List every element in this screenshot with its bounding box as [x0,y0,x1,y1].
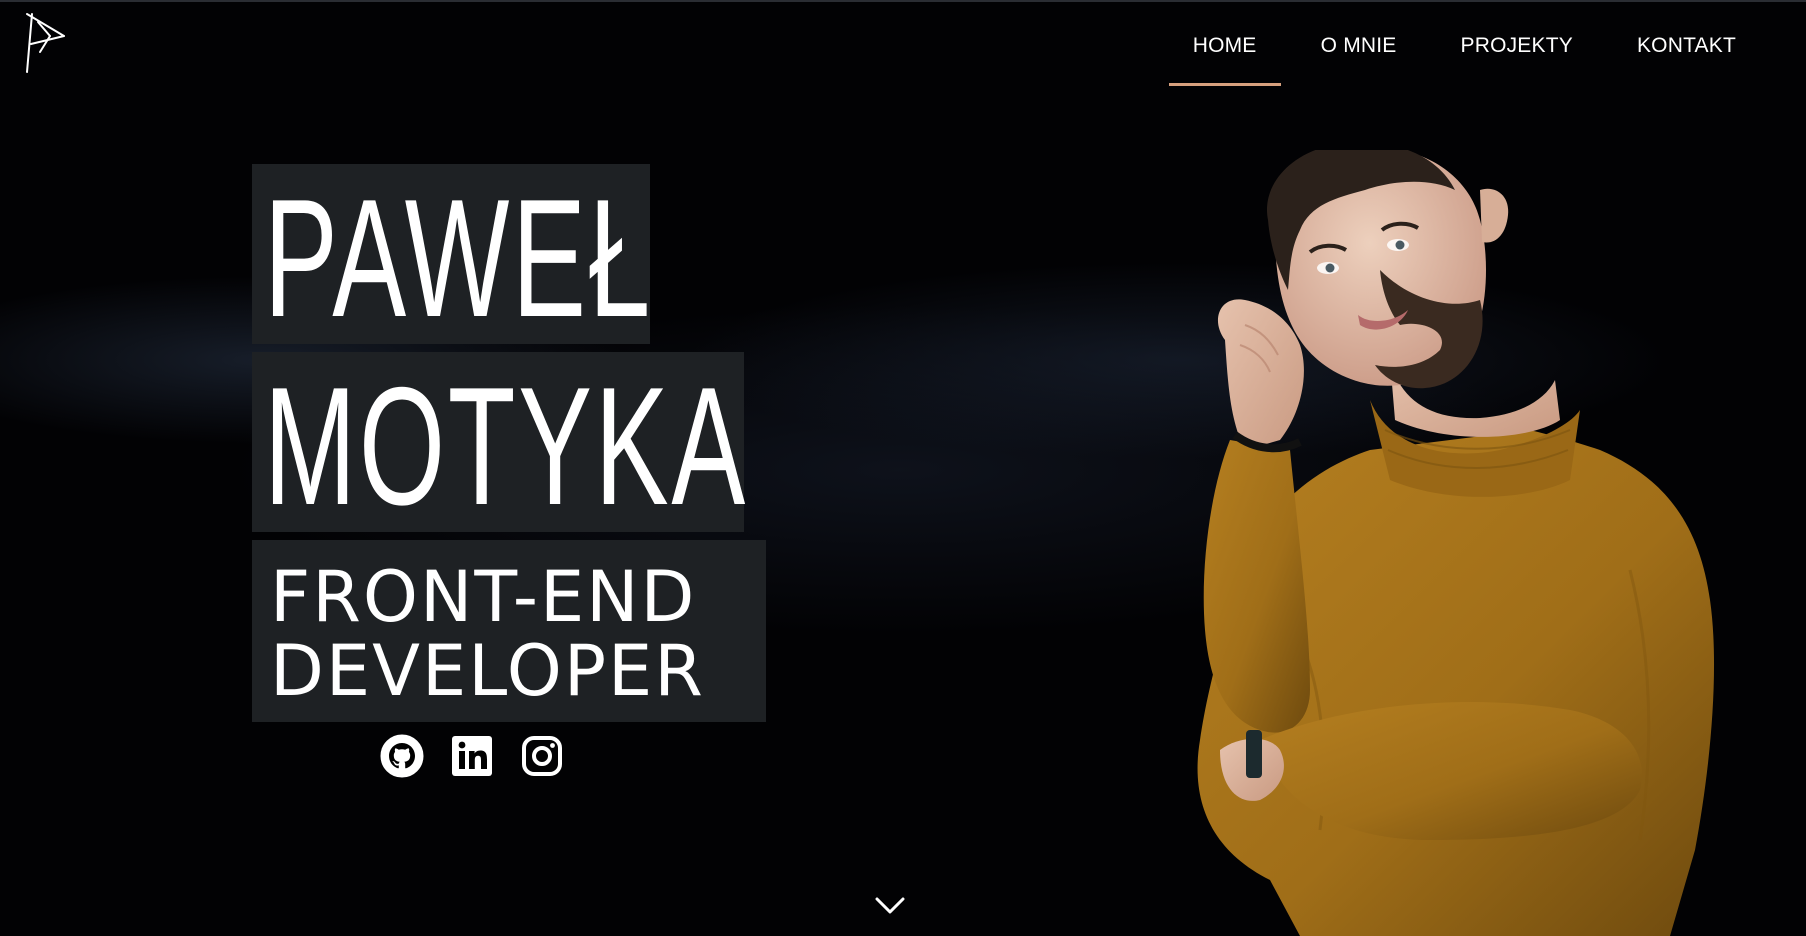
nav-item-label: PROJEKTY [1460,34,1573,57]
instagram-icon[interactable] [520,734,564,778]
nav-item-o-mnie[interactable]: O MNIE [1321,0,1397,86]
nav-item-label: O MNIE [1320,34,1397,57]
role-line-2: DEVELOPER [270,630,705,712]
nav-item-home[interactable]: HOME [1168,0,1281,86]
last-name-block: MOTYKA [252,352,745,532]
main-nav: HOME O MNIE PROJEKTY KONTAKT [1168,0,1806,86]
hero-page: HOME O MNIE PROJEKTY KONTAKT PAWEŁ MOTYK… [0,0,1806,936]
portrait-photo [1197,150,1715,936]
social-links [380,734,564,778]
nav-item-kontakt[interactable]: KONTAKT [1637,0,1736,86]
nav-active-underline [1168,83,1281,86]
role-line-1: FRONT-END [270,556,697,638]
linkedin-icon[interactable] [450,734,494,778]
first-name: PAWEŁ [263,164,653,352]
nav-item-label: HOME [1192,34,1257,57]
first-name-block: PAWEŁ [252,164,650,344]
logo-icon[interactable] [24,10,70,76]
last-name: MOTYKA [263,352,748,540]
nav-item-label: KONTAKT [1636,34,1736,57]
role-block: FRONT-END DEVELOPER [252,540,766,722]
chevron-down-icon[interactable] [874,894,906,916]
github-icon[interactable] [380,734,424,778]
nav-item-projekty[interactable]: PROJEKTY [1461,0,1573,86]
